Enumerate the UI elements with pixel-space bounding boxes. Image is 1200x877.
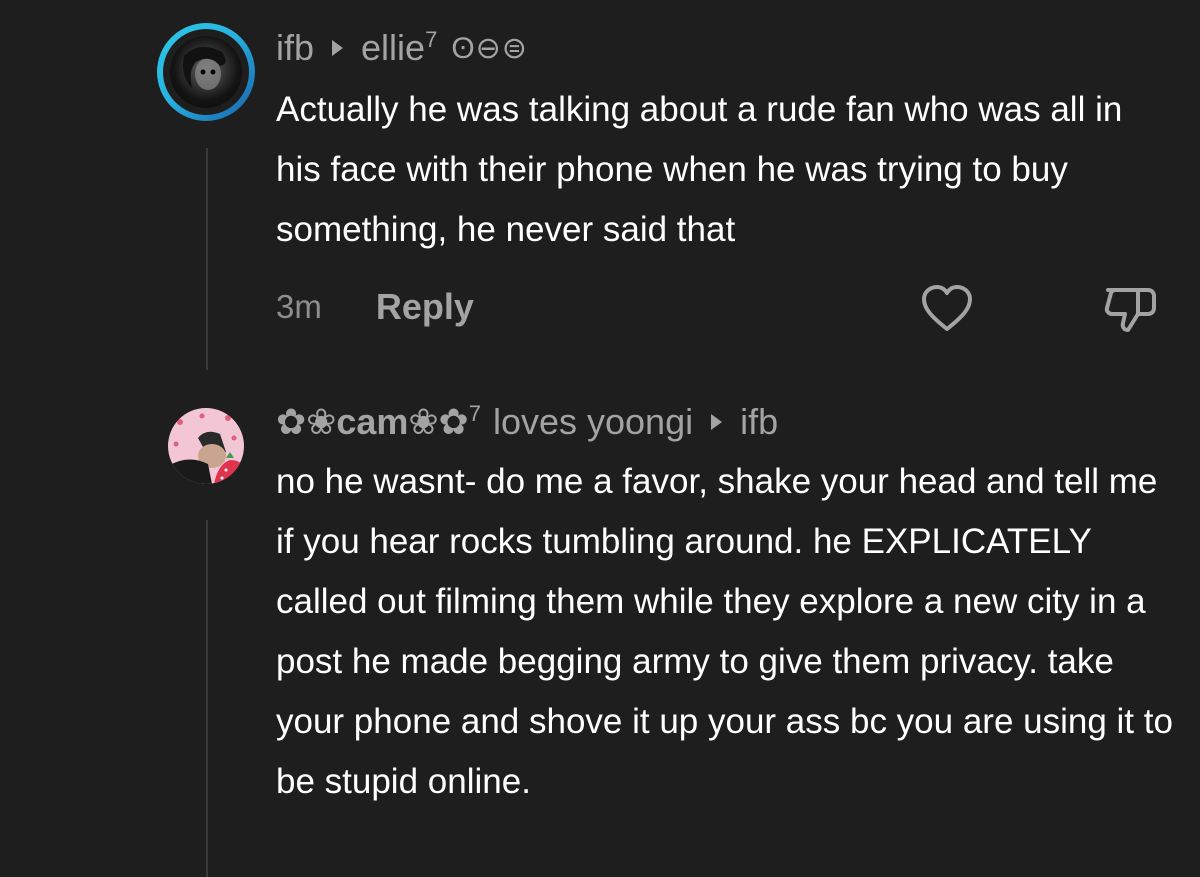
avatar-story-ring[interactable] <box>157 23 255 121</box>
reply-to-suffix: ʘ⊖⊜ <box>451 31 528 65</box>
author-superscript: 7 <box>468 401 481 426</box>
timestamp: 3m <box>276 288 322 325</box>
dislike-icon[interactable] <box>1102 284 1160 334</box>
author-suffix: loves yoongi <box>492 401 694 442</box>
reply-to-name[interactable]: ellie <box>361 27 425 69</box>
comment-thread: ifb ellie 7 ʘ⊖⊜ Actually he was talking a… <box>0 0 1200 877</box>
reply-button[interactable]: Reply <box>376 286 474 328</box>
comment-cam: ✿❀cam❀✿ 7 loves yoongi ifb no he wasnt- d… <box>0 370 1200 877</box>
heart-icon[interactable] <box>920 284 974 334</box>
reply-arrow-icon <box>711 414 723 430</box>
comment-header: ifb ellie 7 ʘ⊖⊜ <box>276 24 528 72</box>
avatar[interactable] <box>168 408 244 484</box>
comment-meta: 3m Reply <box>276 282 474 332</box>
author-name[interactable]: ✿❀cam❀✿ <box>276 401 469 443</box>
author-name[interactable]: ifb <box>276 27 314 69</box>
comment-text: no he wasnt- do me a favor, shake your h… <box>276 462 1173 801</box>
comment-header: ✿❀cam❀✿ 7 loves yoongi ifb <box>276 398 778 446</box>
comment-ifb: ifb ellie 7 ʘ⊖⊜ Actually he was talking a… <box>0 0 1200 370</box>
comment-text: Actually he was talking about a rude fan… <box>276 90 1123 249</box>
reply-to-name[interactable]: ifb <box>740 401 778 443</box>
reply-to-superscript: 7 <box>425 27 438 52</box>
avatar <box>170 36 242 108</box>
reply-arrow-icon <box>332 40 344 56</box>
